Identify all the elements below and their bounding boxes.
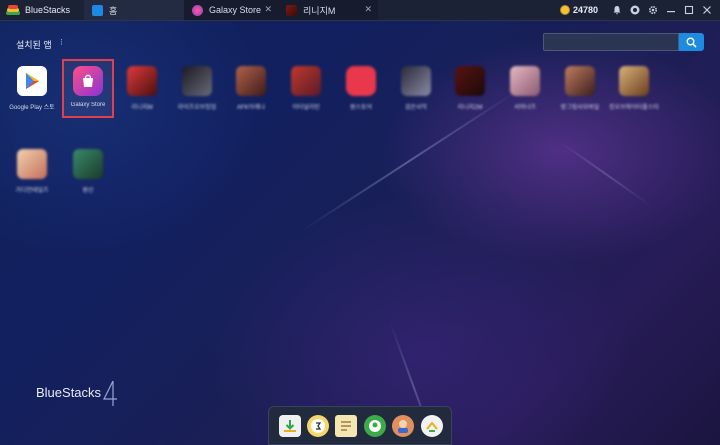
galaxy-store-icon <box>192 4 204 16</box>
tab-lineage-m-label: 리니지M <box>303 5 336 16</box>
app-label: 이터널리턴 <box>292 105 320 111</box>
game-icon <box>127 66 157 96</box>
character-app-icon[interactable] <box>392 415 414 437</box>
home-screen: 설치된 앱 ⁝ Google Play 스토 Galaxy Store 리니지M… <box>0 21 720 445</box>
app-label: 리니지2M <box>457 105 483 111</box>
app-label: AFK아레나 <box>236 105 266 111</box>
game-icon <box>182 66 212 96</box>
game-icon <box>236 66 266 96</box>
game-icon <box>73 149 103 179</box>
app-label: 서머너즈 <box>513 105 537 111</box>
minimize-icon[interactable] <box>662 0 680 20</box>
tab-galaxy-store[interactable]: Galaxy Store ✕ <box>184 0 279 20</box>
app-eternal-return[interactable]: 이터널리턴 <box>280 66 332 111</box>
app-label: 원신 <box>82 188 94 194</box>
coin-icon <box>559 5 570 15</box>
close-window-icon[interactable] <box>698 0 716 20</box>
coin-balance[interactable]: 24780 <box>573 5 598 15</box>
maximize-icon[interactable] <box>680 0 698 20</box>
search-button[interactable] <box>679 33 704 51</box>
app-black-desert[interactable]: 검은사막 <box>390 66 442 111</box>
titlebar-controls: 24780 <box>559 0 720 20</box>
galaxy-store-icon <box>73 66 103 96</box>
app-lineage-2m[interactable]: 리니지2M <box>444 66 496 111</box>
bluestacks-version-logo-icon <box>103 380 117 406</box>
app-google-play[interactable]: Google Play 스토 <box>6 66 58 111</box>
more-options-icon[interactable]: ⁝ <box>60 37 63 48</box>
app-langrisser[interactable]: 랑그릿사모바일 <box>554 66 606 111</box>
lineage-m-icon <box>286 4 298 16</box>
download-manager-icon[interactable] <box>279 415 301 437</box>
game-icon <box>17 149 47 179</box>
game-icon <box>291 66 321 96</box>
rewards-icon[interactable] <box>307 415 329 437</box>
app-kof-allstar[interactable]: 킹오브파이터올스타 <box>608 66 660 111</box>
notification-bell-icon[interactable] <box>608 0 626 20</box>
app-label: 리니지M <box>131 105 153 111</box>
app-label: Google Play 스토 <box>9 105 55 111</box>
game-icon <box>401 66 431 96</box>
search-icon <box>686 37 697 48</box>
app-onestore[interactable]: 원스토어 <box>335 66 387 111</box>
app-rise-of-kingdoms[interactable]: 라이즈오브킹덤 <box>171 66 223 111</box>
app-genshin[interactable]: 원신 <box>62 149 114 194</box>
app-label: 원스토어 <box>349 105 373 111</box>
tab-galaxy-store-close-icon[interactable]: ✕ <box>264 4 272 15</box>
app-label: 킹오브파이터올스타 <box>609 105 659 111</box>
game-icon <box>565 66 595 96</box>
notes-icon[interactable] <box>335 415 357 437</box>
tab-home-label: 홈 <box>109 5 118 16</box>
background-streak <box>559 141 651 206</box>
bluestacks-brand: BlueStacks <box>36 385 102 400</box>
multi-instance-icon[interactable] <box>421 415 443 437</box>
home-icon <box>92 4 104 16</box>
account-icon[interactable] <box>626 0 644 20</box>
tab-lineage-m-close-icon[interactable]: ✕ <box>364 4 372 15</box>
search-input[interactable] <box>543 33 679 51</box>
background-streak <box>299 89 519 233</box>
app-name: BlueStacks <box>25 5 71 15</box>
app-label: 랑그릿사모바일 <box>560 105 600 111</box>
title-bar: BlueStacks 홈 Galaxy Store ✕ 리니지M ✕ 24780 <box>0 0 720 21</box>
app-afk-arena[interactable]: AFK아레나 <box>225 66 277 111</box>
app-galaxy-store[interactable]: Galaxy Store <box>62 66 114 108</box>
game-center-icon[interactable] <box>364 415 386 437</box>
tab-galaxy-store-label: Galaxy Store <box>209 5 262 15</box>
bluestacks-logo-icon <box>6 5 20 15</box>
app-label: Galaxy Store <box>70 102 106 108</box>
app-label: 라이즈오브킹덤 <box>177 105 217 111</box>
onestore-icon <box>346 66 376 96</box>
app-label: 검은사막 <box>404 105 428 111</box>
installed-apps-heading: 설치된 앱 <box>16 40 52 50</box>
game-icon <box>510 66 540 96</box>
settings-gear-icon[interactable] <box>644 0 662 20</box>
google-play-icon <box>17 66 47 96</box>
app-label: 가디언테일즈 <box>15 188 49 194</box>
game-icon <box>619 66 649 96</box>
app-summoners[interactable]: 서머너즈 <box>499 66 551 111</box>
tab-lineage-m[interactable]: 리니지M ✕ <box>278 0 379 20</box>
app-lineage-m[interactable]: 리니지M <box>116 66 168 111</box>
tab-home[interactable]: 홈 <box>84 0 185 20</box>
app-guardian-tales[interactable]: 가디언테일즈 <box>6 149 58 194</box>
bottom-dock <box>268 406 452 445</box>
game-icon <box>455 66 485 96</box>
